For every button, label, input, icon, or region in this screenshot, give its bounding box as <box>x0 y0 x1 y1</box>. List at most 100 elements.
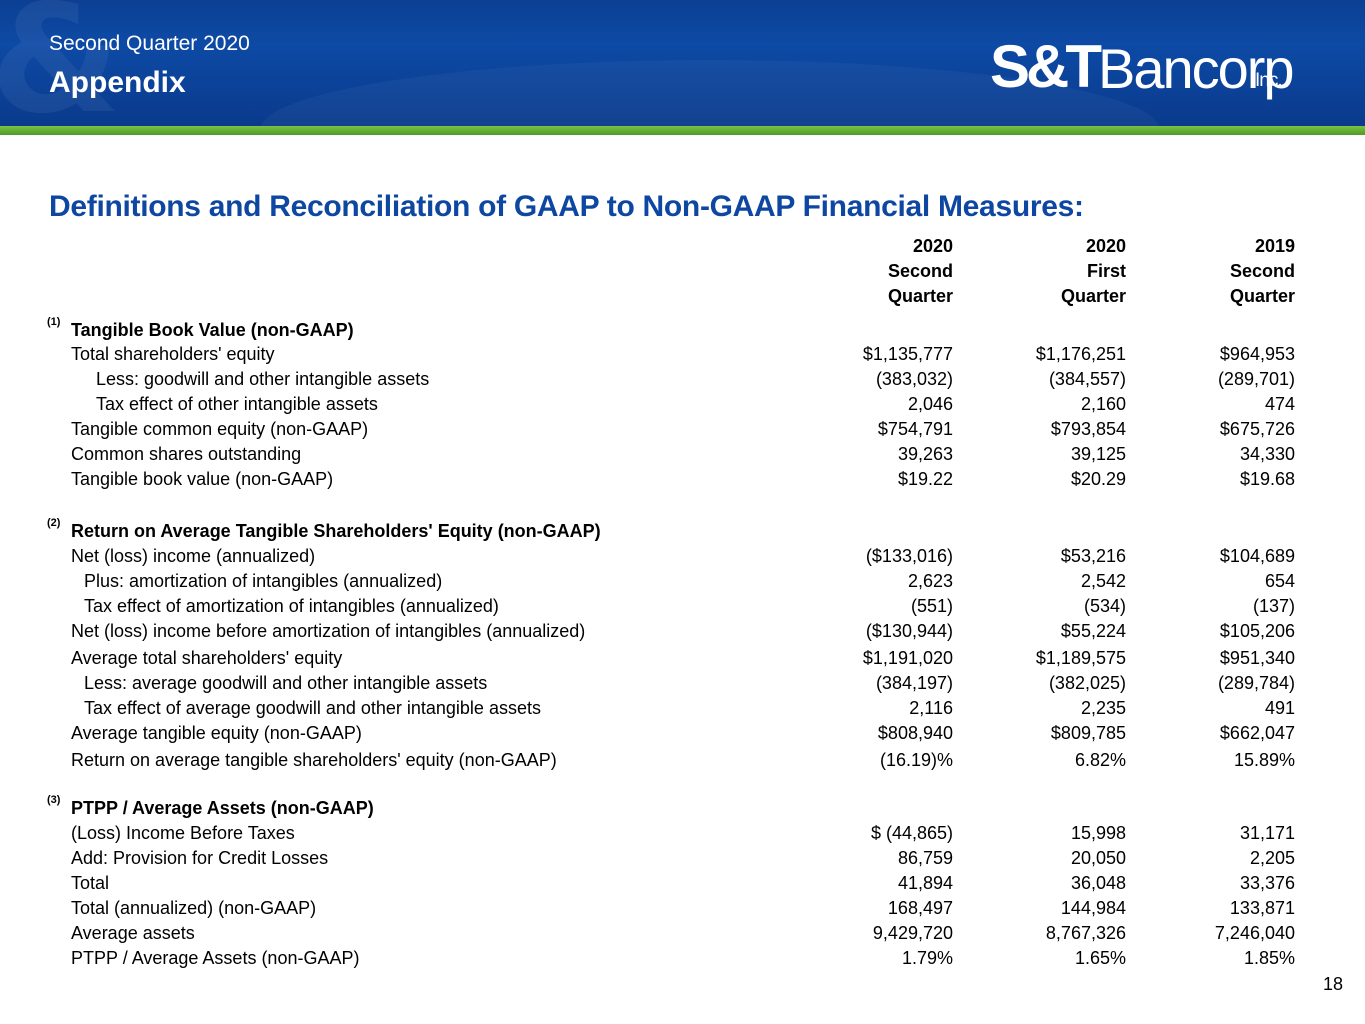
value-2020-q2: (16.19)% <box>879 750 953 770</box>
section-title: Return on Average Tangible Shareholders'… <box>71 521 601 541</box>
row-label: Average tangible equity (non-GAAP) <box>71 723 362 743</box>
row-label: Plus: amortization of intangibles (annua… <box>84 571 443 591</box>
value-2020-q2: $808,940 <box>877 723 953 743</box>
value-2020-q2: 2,116 <box>909 698 953 718</box>
column-header-2020-q1: 2020 First Quarter <box>966 234 1126 309</box>
value-2019-q2: (289,784) <box>1217 673 1295 693</box>
table-row: Tangible book value (non-GAAP) $19.22 $2… <box>0 467 1365 492</box>
table-row: Common shares outstanding 39,263 39,125 … <box>0 442 1365 467</box>
value-2019-q2: 1.85% <box>1243 948 1295 968</box>
table-row: Tax effect of other intangible assets 2,… <box>0 392 1365 417</box>
header-title: Appendix <box>49 66 186 99</box>
table-row: Add: Provision for Credit Losses 86,759 … <box>0 846 1365 871</box>
value-2019-q2: (137) <box>1252 596 1295 616</box>
header-watermark-ampersand: & <box>0 0 121 126</box>
value-2020-q2: $ (44,865) <box>870 823 953 843</box>
table-row: Average total shareholders' equity $1,19… <box>0 646 1365 671</box>
row-label: Total <box>71 873 110 893</box>
value-2020-q2: ($130,944) <box>865 621 953 641</box>
table-row: Plus: amortization of intangibles (annua… <box>0 569 1365 594</box>
section-header-ptpp-average-assets: (3) PTPP / Average Assets (non-GAAP) <box>0 794 1365 821</box>
table-row: Total 41,894 36,048 33,376 <box>0 871 1365 896</box>
row-label: Tangible common equity (non-GAAP) <box>71 419 369 439</box>
row-label: Average total shareholders' equity <box>71 648 343 668</box>
value-2019-q2: $675,726 <box>1219 419 1295 439</box>
value-2019-q2: $951,340 <box>1219 648 1295 668</box>
table-row: Average assets 9,429,720 8,767,326 7,246… <box>0 921 1365 946</box>
row-label: (Loss) Income Before Taxes <box>71 823 295 843</box>
value-2020-q2: 39,263 <box>897 444 953 464</box>
value-2020-q2: (384,197) <box>875 673 953 693</box>
value-2020-q2: 9,429,720 <box>872 923 953 943</box>
value-2020-q2: $1,191,020 <box>862 648 953 668</box>
table-row: Tax effect of amortization of intangible… <box>0 594 1365 619</box>
column-period: Second <box>1229 261 1295 281</box>
table-row: PTPP / Average Assets (non-GAAP) 1.79% 1… <box>0 946 1365 971</box>
logo-wordmark: Bancorp <box>1098 37 1295 100</box>
value-2020-q2: (551) <box>910 596 953 616</box>
row-label: Less: goodwill and other intangible asse… <box>96 369 430 389</box>
value-2019-q2: 2,205 <box>1249 848 1295 868</box>
section-title: PTPP / Average Assets (non-GAAP) <box>71 798 374 818</box>
row-label: Tax effect of average goodwill and other… <box>84 698 541 718</box>
row-label: Total (annualized) (non-GAAP) <box>71 898 317 918</box>
value-2019-q2: 491 <box>1264 698 1295 718</box>
row-label: Common shares outstanding <box>71 444 302 464</box>
row-label: Tax effect of amortization of intangible… <box>84 596 499 616</box>
column-period: First <box>1086 261 1126 281</box>
row-label: Net (loss) income before amortization of… <box>71 621 586 641</box>
value-2019-q2: 31,171 <box>1239 823 1295 843</box>
column-header-2020-q2: 2020 Second Quarter <box>793 234 953 309</box>
value-2020-q2: 2,046 <box>907 394 953 414</box>
row-label: Return on average tangible shareholders'… <box>71 750 557 770</box>
value-2020-q2: 41,894 <box>897 873 953 893</box>
table-row: Tax effect of average goodwill and other… <box>0 696 1365 721</box>
row-label: PTPP / Average Assets (non-GAAP) <box>71 948 360 968</box>
value-2019-q2: 33,376 <box>1239 873 1295 893</box>
table-row: Less: goodwill and other intangible asse… <box>0 367 1365 392</box>
column-quarter: Quarter <box>1229 286 1295 306</box>
header-banner: & Second Quarter 2020 Appendix S&T Banco… <box>0 0 1365 126</box>
table-row: Average tangible equity (non-GAAP) $808,… <box>0 721 1365 746</box>
page-number: 18 <box>1322 974 1343 994</box>
value-2019-q2: 7,246,040 <box>1214 923 1295 943</box>
value-2020-q2: 168,497 <box>887 898 953 918</box>
header-subtitle: Second Quarter 2020 <box>49 32 250 55</box>
row-label: Net (loss) income (annualized) <box>71 546 316 566</box>
table-row: Less: average goodwill and other intangi… <box>0 671 1365 696</box>
column-quarter: Quarter <box>1060 286 1126 306</box>
footnote-marker: (2) <box>47 517 61 529</box>
value-2019-q2: 654 <box>1264 571 1295 591</box>
value-2020-q2: ($133,016) <box>865 546 953 566</box>
value-2019-q2: (289,701) <box>1217 369 1295 389</box>
row-label: Total shareholders' equity <box>71 344 275 364</box>
header-accent-bar <box>0 126 1365 135</box>
value-2019-q2: $104,689 <box>1219 546 1295 566</box>
page-heading: Definitions and Reconciliation of GAAP t… <box>49 190 1084 223</box>
value-2020-q2: $754,791 <box>877 419 953 439</box>
value-2019-q2: $964,953 <box>1219 344 1295 364</box>
logo-st-mark: S&T <box>990 33 1102 100</box>
row-label: Tangible book value (non-GAAP) <box>71 469 334 489</box>
column-year: 2020 <box>912 236 953 256</box>
table-row: Total (annualized) (non-GAAP) 168,497 14… <box>0 896 1365 921</box>
table-row: Net (loss) income (annualized) ($133,016… <box>0 544 1365 569</box>
logo-inc: Inc. <box>1255 70 1283 91</box>
table-row: Tangible common equity (non-GAAP) $754,7… <box>0 417 1365 442</box>
column-year: 2019 <box>1254 236 1295 256</box>
value-2020-q2: $1,135,777 <box>862 344 953 364</box>
table-row: Net (loss) income before amortization of… <box>0 619 1365 644</box>
table-row: Return on average tangible shareholders'… <box>0 748 1365 773</box>
footnote-marker: (1) <box>47 316 61 328</box>
column-period: Second <box>887 261 953 281</box>
value-2020-q2: 1.79% <box>901 948 953 968</box>
value-2019-q2: $19.68 <box>1239 469 1295 489</box>
row-label: Tax effect of other intangible assets <box>96 394 378 414</box>
section-header-tangible-book-value: (1) Tangible Book Value (non-GAAP) <box>0 316 1365 343</box>
column-year: 2020 <box>1085 236 1126 256</box>
value-2019-q2: 34,330 <box>1239 444 1295 464</box>
value-2019-q2: 15.89% <box>1233 750 1295 770</box>
company-logo: S&T Bancorp Inc. <box>990 30 1295 110</box>
column-quarter: Quarter <box>887 286 953 306</box>
table-row: (Loss) Income Before Taxes $ (44,865) 15… <box>0 821 1365 846</box>
